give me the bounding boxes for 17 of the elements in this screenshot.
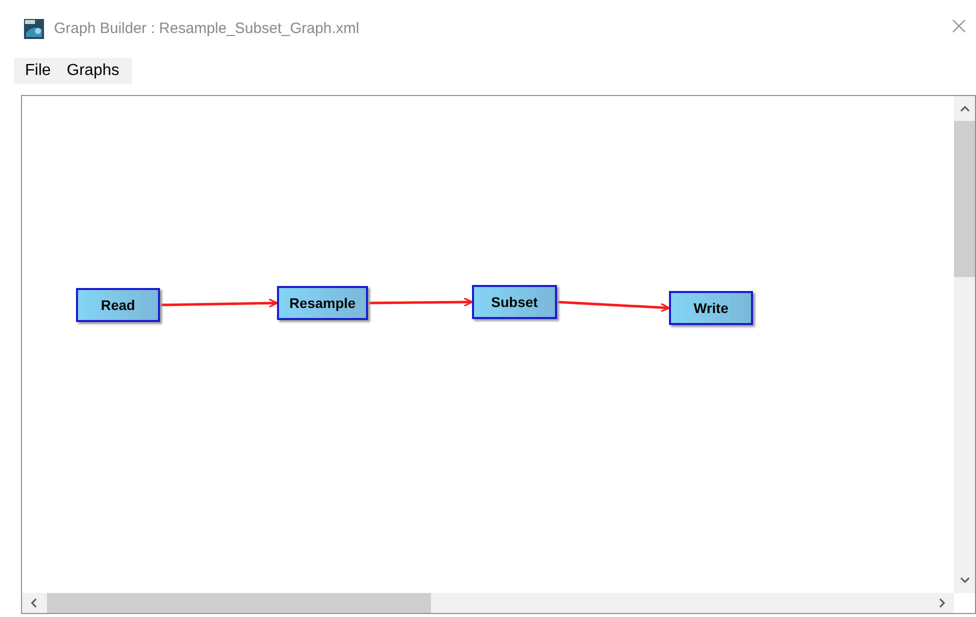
- scroll-left-icon[interactable]: [30, 598, 38, 608]
- app-icon: [24, 19, 44, 39]
- scroll-up-icon[interactable]: [960, 105, 970, 113]
- window-title: Graph Builder : Resample_Subset_Graph.xml: [54, 18, 360, 39]
- menu-item[interactable]: Graphs: [62, 58, 124, 84]
- graph-node[interactable]: Resample: [277, 286, 368, 320]
- scrollbar-thumb[interactable]: [47, 593, 431, 613]
- graph-node[interactable]: Subset: [472, 285, 557, 319]
- close-icon[interactable]: [952, 19, 966, 33]
- graph-node[interactable]: Write: [669, 291, 753, 325]
- menu-item[interactable]: File: [20, 58, 56, 84]
- scroll-down-icon[interactable]: [960, 576, 970, 584]
- scrollbar-thumb[interactable]: [954, 121, 975, 277]
- graph-node[interactable]: Read: [76, 288, 160, 322]
- horizontal-scrollbar[interactable]: [22, 593, 954, 613]
- vertical-scrollbar[interactable]: [954, 96, 975, 593]
- scroll-right-icon[interactable]: [938, 598, 946, 608]
